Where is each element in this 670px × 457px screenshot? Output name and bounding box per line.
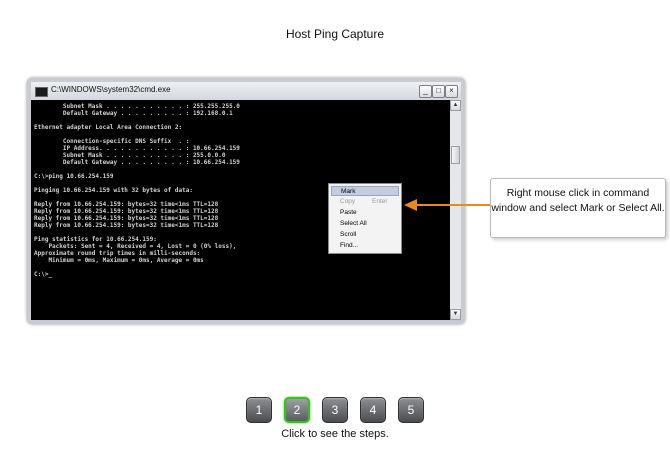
menu-item-label: Scroll: [340, 231, 357, 238]
menu-item-copy[interactable]: Copy Enter: [331, 197, 399, 207]
console-line: Connection-specific DNS Suffix . :: [34, 138, 190, 145]
console-line: Approximate round trip times in milli-se…: [34, 250, 201, 257]
menu-item-select-all[interactable]: Select All: [331, 219, 399, 229]
page-title: Host Ping Capture: [285, 27, 385, 41]
menu-item-label: Paste: [340, 209, 357, 216]
console-line: Packets: Sent = 4, Received = 4, Lost = …: [34, 243, 237, 250]
window-title: C:\WINDOWS\system32\cmd.exe: [51, 85, 171, 94]
cmd-app-icon: [35, 87, 48, 97]
step-button-2[interactable]: 2: [284, 397, 310, 423]
console-line: Default Gateway . . . . . . . . . : 10.6…: [34, 159, 240, 166]
console-line: Reply from 10.66.254.159: bytes=32 time<…: [34, 208, 219, 215]
step-button-5[interactable]: 5: [398, 397, 424, 423]
console-line: Ethernet adapter Local Area Connection 2…: [34, 124, 183, 131]
callout-arrow-icon: [404, 199, 417, 211]
console-line: Subnet Mask . . . . . . . . . . . : 255.…: [34, 103, 240, 110]
window-titlebar[interactable]: C:\WINDOWS\system32\cmd.exe _ □ ×: [31, 82, 461, 100]
vertical-scrollbar[interactable]: ▲ ▼: [450, 100, 461, 320]
close-button[interactable]: ×: [445, 85, 458, 98]
console-line: Subnet Mask . . . . . . . . . . . : 255.…: [34, 152, 226, 159]
menu-item-find[interactable]: Find...: [331, 241, 399, 251]
step-button-1[interactable]: 1: [246, 397, 272, 423]
callout-box: Right mouse click in command window and …: [490, 178, 666, 238]
menu-item-paste[interactable]: Paste: [331, 208, 399, 218]
console-line: Pinging 10.66.254.159 with 32 bytes of d…: [34, 187, 193, 194]
console-line: C:\>_: [34, 271, 53, 278]
maximize-button[interactable]: □: [432, 85, 445, 98]
console-line: Reply from 10.66.254.159: bytes=32 time<…: [34, 201, 219, 208]
scroll-thumb[interactable]: [451, 146, 460, 164]
menu-item-scroll[interactable]: Scroll: [331, 230, 399, 240]
menu-item-accelerator: Enter: [372, 198, 388, 205]
console-line: Reply from 10.66.254.159: bytes=32 time<…: [34, 222, 219, 229]
menu-item-mark[interactable]: Mark: [331, 186, 399, 196]
console-line: Reply from 10.66.254.159: bytes=32 time<…: [34, 215, 219, 222]
scroll-down-arrow-icon[interactable]: ▼: [450, 309, 461, 320]
step-button-3[interactable]: 3: [322, 397, 348, 423]
steps-hint: Click to see the steps.: [281, 428, 389, 440]
scroll-up-arrow-icon[interactable]: ▲: [450, 100, 461, 111]
menu-item-label: Select All: [340, 220, 367, 227]
step-button-4[interactable]: 4: [360, 397, 386, 423]
callout-arrow-line: [416, 204, 490, 206]
context-menu: Mark Copy Enter Paste Select All Scroll Find..…: [328, 183, 402, 254]
console-line: C:\>ping 10.66.254.159: [34, 173, 114, 180]
menu-item-label: Mark: [341, 188, 356, 195]
console-line: Default Gateway . . . . . . . . . : 192.…: [34, 110, 233, 117]
menu-item-label: Find...: [340, 242, 359, 249]
menu-item-label: Copy: [340, 198, 356, 205]
console-line: Ping statistics for 10.66.254.159:: [34, 236, 157, 243]
minimize-button[interactable]: _: [419, 85, 432, 98]
console-line: Minimum = 0ms, Maximum = 0ms, Average = …: [34, 257, 204, 264]
callout-text: Right mouse click in command window and …: [491, 187, 665, 214]
console-line: IP Address. . . . . . . . . . . . : 10.6…: [34, 145, 240, 152]
